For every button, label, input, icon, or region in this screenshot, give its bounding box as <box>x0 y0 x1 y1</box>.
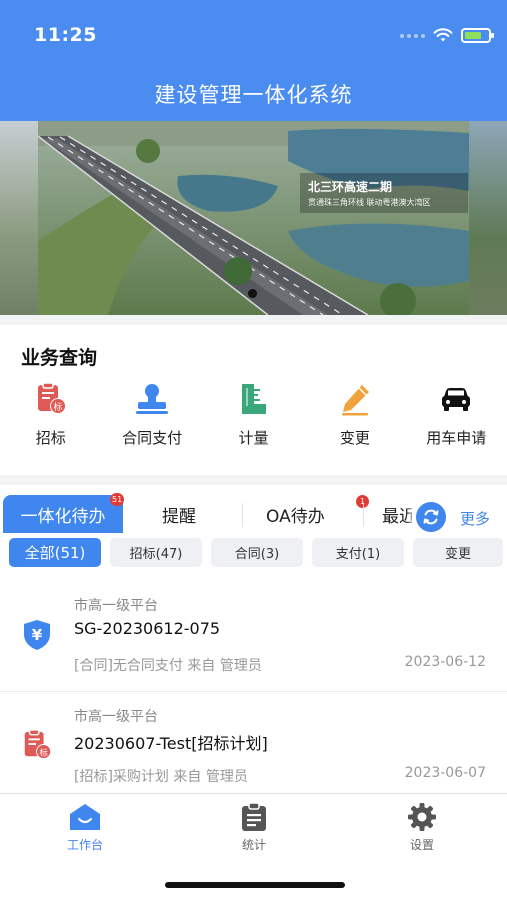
item-date: 2023-06-12 <box>404 654 486 670</box>
biz-item-vehicle-request[interactable]: 用车申请 <box>406 380 507 448</box>
biz-item-contract-payment[interactable]: 合同支付 <box>101 380 202 448</box>
filter-payment[interactable]: 支付(1) <box>312 538 404 567</box>
filter-change[interactable]: 变更 <box>413 538 503 567</box>
biz-item-label: 招标 <box>35 429 66 447</box>
list-item[interactable]: ¥ 市高一级平台 SG-20230612-075 [合同]无合同支付 来自 管理… <box>0 582 507 692</box>
banner-caption: 北三环高速二期 贯通珠三角环线 联动粤港澳大湾区 <box>300 173 468 213</box>
filter-chip-row: 全部(51) 招标(47) 合同(3) 支付(1) 变更 <box>0 538 507 568</box>
more-link[interactable]: 更多 <box>460 508 490 529</box>
item-date: 2023-06-07 <box>404 765 486 781</box>
business-query-panel: 业务查询 标 招标 合同支付 计量 变更 用车申请 <box>0 325 507 475</box>
svg-text:标: 标 <box>39 747 48 757</box>
tab-reminder[interactable]: 提醒 <box>162 495 196 533</box>
item-description: [合同]无合同支付 来自 管理员 <box>74 658 262 674</box>
tabbar-item-workbench[interactable]: 工作台 <box>35 802 135 853</box>
tabbar-label: 设置 <box>409 838 434 852</box>
biz-item-measure[interactable]: 计量 <box>203 380 304 448</box>
todo-count-badge: 51 <box>110 493 125 506</box>
biz-item-label: 变更 <box>339 429 370 447</box>
item-platform: 市高一级平台 <box>74 598 158 614</box>
biz-item-label: 用车申请 <box>426 429 487 447</box>
clipboard-icon <box>242 802 266 831</box>
banner-image[interactable]: 北三环高速二期 贯通珠三角环线 联动粤港澳大湾区 <box>38 121 469 315</box>
status-time: 11:25 <box>34 24 97 46</box>
tab-fade <box>406 493 416 535</box>
page-title: 建设管理一体化系统 <box>154 83 353 107</box>
banner-prev-slide <box>0 121 38 315</box>
tab-divider <box>363 503 364 527</box>
stamp-icon <box>133 380 171 418</box>
business-query-title: 业务查询 <box>21 347 98 369</box>
tab-divider <box>242 503 243 527</box>
biz-item-label: 合同支付 <box>122 429 183 447</box>
signal-icon <box>400 33 425 38</box>
item-title: SG-20230612-075 <box>74 619 221 638</box>
business-query-items: 标 招标 合同支付 计量 变更 用车申请 <box>0 380 507 448</box>
carousel-indicator <box>248 289 257 298</box>
item-description: [招标]采购计划 来自 管理员 <box>74 769 248 785</box>
wifi-icon <box>433 28 453 42</box>
filter-bidding[interactable]: 招标(47) <box>110 538 202 567</box>
refresh-icon <box>423 509 439 525</box>
todo-tabs-area: 一体化待办 51 提醒 OA待办 1 最近 更多 全部(51) 招标(47) 合… <box>0 485 507 582</box>
biz-item-label: 计量 <box>238 429 269 447</box>
item-platform: 市高一级平台 <box>74 709 158 725</box>
biz-item-bidding[interactable]: 标 招标 <box>0 380 101 448</box>
banner-caption-subtitle: 贯通珠三角环线 联动粤港澳大湾区 <box>308 198 431 207</box>
filter-contract[interactable]: 合同(3) <box>211 538 303 567</box>
list-item[interactable]: 标 市高一级平台 20230607-Test[招标计划] [招标]采购计划 来自… <box>0 692 507 793</box>
tabbar-label: 统计 <box>241 838 266 852</box>
todo-tab-bar: 一体化待办 51 提醒 OA待办 1 最近 更多 <box>0 493 507 535</box>
svg-text:标: 标 <box>53 401 62 413</box>
banner-carousel[interactable]: 北三环高速二期 贯通珠三角环线 联动粤港澳大湾区 <box>0 121 507 315</box>
gear-icon <box>408 803 436 831</box>
bidding-icon: 标 <box>32 380 70 418</box>
pencil-icon <box>336 380 374 418</box>
refresh-button[interactable] <box>416 502 446 532</box>
battery-icon <box>461 28 494 43</box>
banner-caption-title: 北三环高速二期 <box>308 180 393 194</box>
svg-text:¥: ¥ <box>32 626 43 644</box>
biz-item-change[interactable]: 变更 <box>304 380 405 448</box>
tab-oa-todo[interactable]: OA待办 <box>266 495 325 533</box>
highway-aerial-image <box>38 121 469 315</box>
bottom-tab-bar: 工作台 统计 设置 <box>0 793 507 900</box>
item-title: 20230607-Test[招标计划] <box>74 734 268 753</box>
home-indicator <box>165 882 345 888</box>
filter-all[interactable]: 全部(51) <box>9 538 101 567</box>
banner-next-slide <box>469 121 507 315</box>
todo-list: ¥ 市高一级平台 SG-20230612-075 [合同]无合同支付 来自 管理… <box>0 582 507 793</box>
workbench-icon <box>70 804 100 830</box>
tabbar-label: 工作台 <box>66 838 103 852</box>
bidding-icon: 标 <box>20 728 54 762</box>
measure-icon <box>234 380 272 418</box>
status-icons <box>400 28 494 43</box>
tabbar-item-settings[interactable]: 设置 <box>372 802 472 853</box>
tabbar-item-statistics[interactable]: 统计 <box>204 802 304 853</box>
app-header: 11:25 建设管理一体化系统 <box>0 0 507 121</box>
tab-integrated-todo[interactable]: 一体化待办 <box>3 495 123 533</box>
car-icon <box>437 380 475 418</box>
yen-shield-icon: ¥ <box>20 618 54 652</box>
